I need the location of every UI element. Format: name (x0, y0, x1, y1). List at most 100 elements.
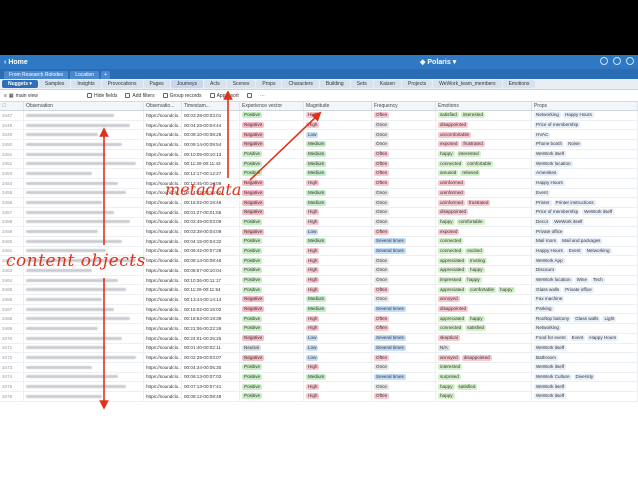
timestamp-cell[interactable]: 00:06:13-00:07:02 (182, 372, 240, 382)
timestamp-cell[interactable]: 00:02:29-00:03:07 (182, 353, 240, 362)
frequency-cell[interactable]: Once (372, 382, 436, 391)
view-switcher[interactable]: ≡ ▦ main view (4, 93, 79, 99)
column-header-props[interactable]: Props (532, 102, 638, 110)
magnitude-cell[interactable]: High (304, 256, 372, 265)
more-button[interactable]: ··· (260, 93, 265, 99)
observation-cell[interactable] (24, 130, 144, 140)
experience-cell[interactable]: Negative (240, 227, 304, 236)
table-row[interactable]: 3448 https://soundclo... 00:04:25-00:04:44… (0, 120, 638, 131)
add-tab-button[interactable]: + (101, 71, 111, 79)
props-cell[interactable]: WeWork itself (532, 391, 638, 401)
table-tab[interactable]: Building (319, 80, 350, 88)
table-row[interactable]: 3460 https://soundclo... 00:04:15-00:04:32… (0, 236, 638, 247)
observation-cell[interactable] (24, 382, 144, 391)
table-row[interactable]: 3458 https://soundclo... 00:02:45-00:03:09… (0, 217, 638, 228)
table-row[interactable]: 3466 https://soundclo... 00:13:44-00:14:14… (0, 295, 638, 305)
magnitude-cell[interactable]: High (304, 178, 372, 188)
frequency-cell[interactable]: Often (372, 159, 436, 169)
props-cell[interactable]: WeWork location Wine Tech (532, 275, 638, 285)
observation-link-cell[interactable]: https://soundclo... (144, 159, 182, 169)
props-cell[interactable]: Mail room Mail and packages (532, 236, 638, 246)
avatar[interactable] (626, 57, 634, 65)
frequency-cell[interactable]: Once (372, 217, 436, 227)
observation-cell[interactable] (24, 207, 144, 217)
observation-link-cell[interactable]: https://soundclo... (144, 246, 182, 256)
column-header-observation[interactable]: Observation (24, 102, 144, 110)
timestamp-cell[interactable]: 00:12:17-00:12:27 (182, 169, 240, 178)
observation-link-cell[interactable]: https://soundclo... (144, 304, 182, 314)
emotions-cell[interactable]: appreciated happy (436, 266, 532, 275)
props-cell[interactable]: WeWork App (532, 256, 638, 265)
experience-cell[interactable]: Negative (240, 207, 304, 217)
props-cell[interactable]: Amenities (532, 169, 638, 178)
props-cell[interactable]: Phone booth Noise (532, 140, 638, 149)
magnitude-cell[interactable]: Medium (304, 198, 372, 207)
props-cell[interactable]: WeWork itself (532, 149, 638, 159)
select-all-checkbox[interactable]: ☐ (0, 102, 24, 110)
column-header-emotions[interactable]: Emotions (436, 102, 532, 110)
table-row[interactable]: 3467 https://soundclo... 00:15:02-00:15:02… (0, 304, 638, 315)
table-row[interactable]: 3456 https://soundclo... 00:15:02-00:15:46… (0, 198, 638, 208)
magnitude-cell[interactable]: Medium (304, 236, 372, 246)
frequency-cell[interactable]: Several times (372, 333, 436, 343)
observation-cell[interactable] (24, 304, 144, 314)
table-tab[interactable]: Kaizen (373, 80, 402, 88)
props-cell[interactable]: WeWork itself (532, 362, 638, 372)
emotions-cell[interactable]: uninformed (436, 188, 532, 198)
table-row[interactable]: 3472 https://soundclo... 00:02:29-00:03:07… (0, 353, 638, 363)
emotions-cell[interactable]: annoyed (436, 295, 532, 304)
column-header-timestamp[interactable]: Timestam... (182, 102, 240, 110)
emotions-cell[interactable]: happy interested (436, 149, 532, 159)
props-cell[interactable]: Private office (532, 227, 638, 236)
table-row[interactable]: 3452 https://soundclo... 00:11:26-00:11:43… (0, 159, 638, 170)
table-tab[interactable]: Scenes (226, 80, 256, 88)
timestamp-cell[interactable]: 00:08:10-00:08:28 (182, 130, 240, 140)
observation-link-cell[interactable]: https://soundclo... (144, 266, 182, 275)
frequency-cell[interactable]: Often (372, 353, 436, 362)
timestamp-cell[interactable]: 00:08:12-00:08:49 (182, 391, 240, 401)
table-row[interactable]: 3469 https://soundclo... 00:21:06-00:22:26… (0, 324, 638, 334)
table-row[interactable]: 3453 https://soundclo... 00:12:17-00:12:27… (0, 169, 638, 179)
props-cell[interactable]: Food for event Event Happy Hours (532, 333, 638, 343)
props-cell[interactable]: Networking (532, 324, 638, 333)
observation-cell[interactable] (24, 324, 144, 333)
frequency-cell[interactable]: Several times (372, 236, 436, 246)
magnitude-cell[interactable]: High (304, 362, 372, 372)
table-tab[interactable]: Journeys (170, 80, 203, 88)
magnitude-cell[interactable]: Medium (304, 169, 372, 178)
column-header-frequency[interactable]: Frequency (372, 102, 436, 110)
props-cell[interactable]: Decor WeWork itself (532, 217, 638, 227)
timestamp-cell[interactable]: 00:15:02-00:15:02 (182, 304, 240, 314)
magnitude-cell[interactable]: Low (304, 130, 372, 140)
emotions-cell[interactable]: appreciated trusting (436, 256, 532, 265)
table-row[interactable]: 3470 https://soundclo... 00:24:01-00:25:25… (0, 333, 638, 344)
observation-cell[interactable] (24, 314, 144, 324)
timestamp-cell[interactable]: 00:04:15-00:04:32 (182, 236, 240, 246)
timestamp-cell[interactable]: 00:02:45-00:03:09 (182, 217, 240, 227)
magnitude-cell[interactable]: Medium (304, 149, 372, 159)
magnitude-cell[interactable]: High (304, 266, 372, 275)
observation-cell[interactable] (24, 188, 144, 198)
observation-cell[interactable] (24, 333, 144, 343)
observation-link-cell[interactable]: https://soundclo... (144, 362, 182, 372)
table-row[interactable]: 3476 https://soundclo... 00:08:12-00:08:49… (0, 391, 638, 402)
frequency-cell[interactable]: Once (372, 362, 436, 372)
base-title[interactable]: ◈ Polaris ▾ (420, 58, 456, 67)
observation-cell[interactable] (24, 178, 144, 188)
table-row[interactable]: 3471 https://soundclo... 00:01:40-00:02:11… (0, 343, 638, 354)
timestamp-cell[interactable]: 00:21:06-00:22:26 (182, 324, 240, 333)
observation-cell[interactable] (24, 285, 144, 295)
emotions-cell[interactable]: appreciated happy (436, 314, 532, 324)
table-tab[interactable]: Samples (38, 80, 71, 88)
experience-cell[interactable]: Negative (240, 353, 304, 362)
experience-cell[interactable]: Negative (240, 295, 304, 304)
props-cell[interactable]: Fax machine (532, 295, 638, 304)
props-cell[interactable]: Parking (532, 304, 638, 314)
help-icon[interactable] (600, 57, 608, 65)
table-row[interactable]: 3475 https://soundclo... 00:07:13-00:07:41… (0, 382, 638, 392)
timestamp-cell[interactable]: 00:07:13-00:07:41 (182, 382, 240, 391)
observation-cell[interactable] (24, 391, 144, 401)
props-cell[interactable]: Glass walls Private office (532, 285, 638, 295)
column-header-magnitude[interactable]: Magnitude (304, 102, 372, 110)
table-tab[interactable]: Characters (282, 80, 319, 88)
